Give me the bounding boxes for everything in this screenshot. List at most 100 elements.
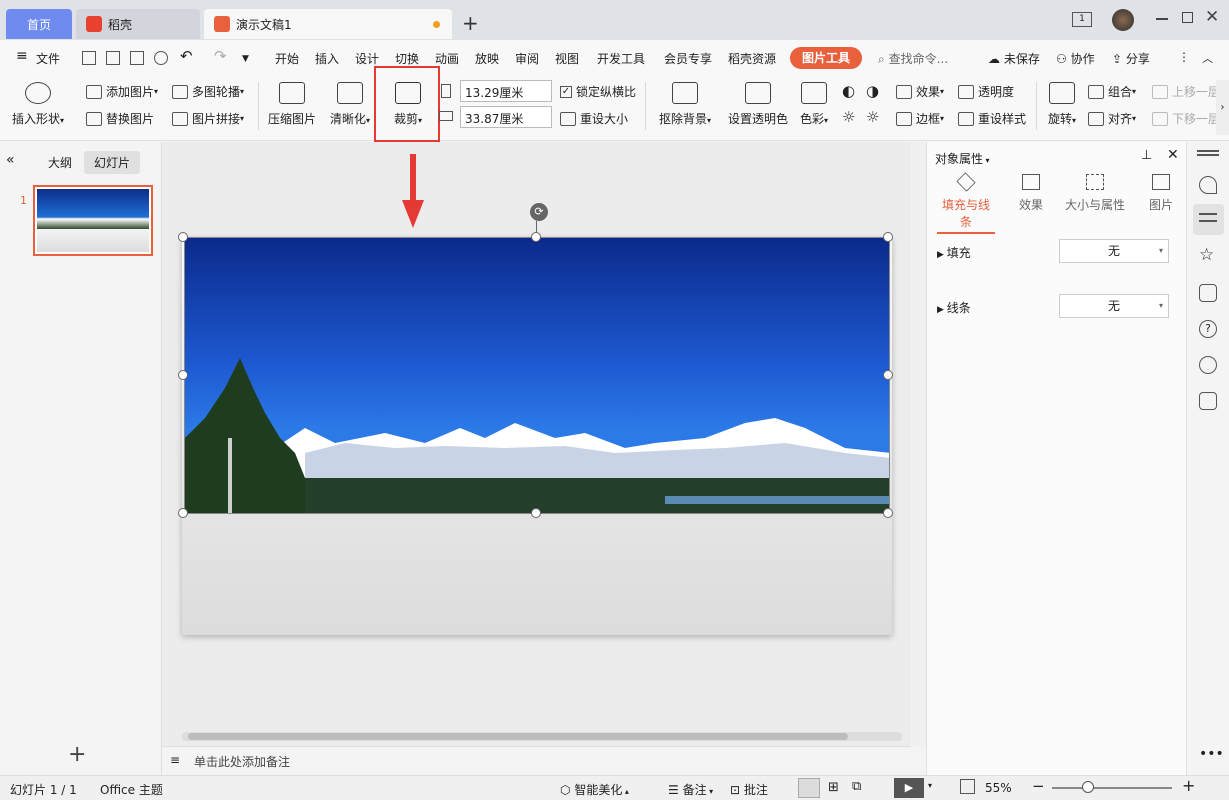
tab-slides[interactable]: 幻灯片 bbox=[84, 151, 141, 174]
notes-button[interactable]: ☰ 备注 ▾ bbox=[668, 781, 713, 798]
compress-picture-button[interactable]: 压缩图片 bbox=[262, 80, 322, 127]
star-icon[interactable]: ☆ bbox=[1199, 245, 1214, 265]
unsaved-status[interactable]: ☁ 未保存 bbox=[988, 50, 1040, 67]
reset-style-button[interactable]: 重设样式 bbox=[958, 110, 1026, 127]
minimize-icon[interactable] bbox=[1156, 18, 1168, 20]
replace-picture-button[interactable]: 替换图片 bbox=[86, 110, 154, 127]
normal-view-icon[interactable] bbox=[798, 778, 820, 798]
resize-handle-top[interactable] bbox=[531, 232, 541, 242]
multi-carousel-button[interactable]: 多图轮播 ▾ bbox=[172, 83, 244, 100]
rotate-handle-icon[interactable]: ⟳ bbox=[530, 203, 548, 221]
print-preview-icon[interactable] bbox=[154, 51, 168, 65]
lightning-icon[interactable] bbox=[1199, 356, 1217, 374]
play-slideshow-icon[interactable]: ▶ bbox=[894, 778, 924, 798]
menu-start[interactable]: 开始 bbox=[275, 50, 299, 67]
menu-member[interactable]: 会员专享 bbox=[664, 50, 712, 67]
help-icon[interactable]: ? bbox=[1199, 320, 1217, 338]
reading-view-icon[interactable]: ⧉ bbox=[852, 779, 861, 794]
theme-name[interactable]: Office 主题 bbox=[100, 781, 163, 798]
effects-button[interactable]: 效果 ▾ bbox=[896, 83, 944, 100]
collab-button[interactable]: ⚇ 协作 bbox=[1056, 50, 1095, 67]
slide-thumbnail[interactable] bbox=[33, 185, 153, 256]
menu-transition[interactable]: 切换 bbox=[395, 50, 419, 67]
menu-design[interactable]: 设计 bbox=[355, 50, 379, 67]
bring-forward-button[interactable]: 上移一层 bbox=[1152, 83, 1220, 100]
resize-handle-top-left[interactable] bbox=[178, 232, 188, 242]
tab-daoke[interactable]: 稻壳 bbox=[76, 9, 200, 39]
reset-size-button[interactable]: 重设大小 bbox=[560, 110, 628, 127]
menu-hamburger-icon[interactable]: ≡ bbox=[16, 48, 28, 64]
tab-effects[interactable]: 效果 bbox=[1011, 174, 1051, 213]
tab-picture[interactable]: 图片 bbox=[1141, 174, 1181, 213]
zoom-in-icon[interactable]: + bbox=[1182, 776, 1195, 795]
menu-daoke-resources[interactable]: 稻壳资源 bbox=[728, 50, 776, 67]
menu-slideshow[interactable]: 放映 bbox=[475, 50, 499, 67]
menu-view[interactable]: 视图 bbox=[555, 50, 579, 67]
redo-icon[interactable]: ↷ bbox=[214, 47, 227, 65]
export-pdf-icon[interactable] bbox=[106, 51, 120, 65]
zoom-out-icon[interactable]: − bbox=[1032, 777, 1045, 795]
properties-rail-button[interactable] bbox=[1193, 204, 1224, 235]
rail-menu-icon[interactable] bbox=[1197, 150, 1219, 152]
group-button[interactable]: 组合 ▾ bbox=[1088, 83, 1136, 100]
height-input[interactable]: 13.29厘米 bbox=[460, 80, 552, 102]
color-button[interactable]: 色彩▾ bbox=[792, 80, 836, 127]
tab-size-properties[interactable]: 大小与属性 bbox=[1063, 174, 1127, 213]
resize-handle-right[interactable] bbox=[883, 370, 893, 380]
maximize-icon[interactable] bbox=[1182, 12, 1193, 23]
search-command[interactable]: ⌕ 查找命令... bbox=[878, 50, 948, 67]
resize-handle-bottom-left[interactable] bbox=[178, 508, 188, 518]
horizontal-scrollbar[interactable] bbox=[182, 732, 902, 741]
menu-file[interactable]: 文件 bbox=[36, 50, 60, 67]
collapse-ribbon-icon[interactable]: ︿ bbox=[1202, 50, 1213, 66]
send-backward-button[interactable]: 下移一层 bbox=[1152, 110, 1220, 127]
align-button[interactable]: 对齐 ▾ bbox=[1088, 110, 1136, 127]
tab-outline[interactable]: 大纲 bbox=[48, 154, 72, 171]
customize-dropdown-icon[interactable]: ▼ bbox=[242, 54, 249, 64]
more-options-icon[interactable]: ••• bbox=[1199, 746, 1224, 762]
rocket-icon[interactable] bbox=[1199, 176, 1217, 194]
contrast-down-icon[interactable]: ◑ bbox=[866, 82, 879, 100]
ribbon-scroll-right-icon[interactable]: › bbox=[1216, 80, 1229, 135]
play-dropdown-icon[interactable]: ▾ bbox=[928, 781, 932, 790]
transparency-button[interactable]: 透明度 bbox=[958, 83, 1014, 100]
width-input[interactable]: 33.87厘米 bbox=[460, 106, 552, 128]
border-button[interactable]: 边框 ▾ bbox=[896, 110, 944, 127]
zoom-level[interactable]: 55% bbox=[985, 781, 1012, 795]
notes-bar[interactable]: ≡ 单击此处添加备注 bbox=[162, 746, 911, 775]
fill-dropdown[interactable]: 无 ▾ bbox=[1059, 239, 1169, 263]
more-menu-icon[interactable]: ⋮ bbox=[1178, 50, 1190, 64]
undo-icon[interactable]: ↶ bbox=[180, 47, 193, 65]
resize-handle-top-right[interactable] bbox=[883, 232, 893, 242]
menu-insert[interactable]: 插入 bbox=[315, 50, 339, 67]
new-tab-button[interactable]: + bbox=[462, 11, 479, 35]
chat-icon[interactable] bbox=[1199, 284, 1217, 302]
set-transparent-button[interactable]: 设置透明色 bbox=[722, 80, 794, 127]
collapse-panel-icon[interactable]: « bbox=[6, 152, 15, 168]
line-dropdown[interactable]: 无 ▾ bbox=[1059, 294, 1169, 318]
fill-section[interactable]: ▶ 填充 bbox=[937, 244, 971, 261]
menu-review[interactable]: 审阅 bbox=[515, 50, 539, 67]
save-icon[interactable] bbox=[82, 51, 96, 65]
picture-collage-button[interactable]: 图片拼接 ▾ bbox=[172, 110, 244, 127]
resize-handle-left[interactable] bbox=[178, 370, 188, 380]
smart-beautify-button[interactable]: ⬡ 智能美化 ▴ bbox=[560, 781, 629, 798]
grid-view-icon[interactable]: ⊞ bbox=[828, 780, 839, 795]
avatar[interactable] bbox=[1112, 9, 1134, 31]
tab-fill-line[interactable]: 填充与线条 bbox=[937, 172, 995, 234]
tab-document[interactable]: 演示文稿1 bbox=[204, 9, 452, 39]
close-panel-icon[interactable]: ✕ bbox=[1167, 147, 1179, 163]
mountain-picture[interactable] bbox=[184, 237, 890, 514]
vertical-scrollbar[interactable] bbox=[912, 142, 926, 746]
add-slide-button[interactable]: + bbox=[68, 742, 86, 767]
share-button[interactable]: ⇪ 分享 bbox=[1112, 50, 1150, 67]
zoom-slider-thumb[interactable] bbox=[1082, 781, 1094, 793]
zoom-slider[interactable] bbox=[1052, 787, 1172, 789]
print-icon[interactable] bbox=[130, 51, 144, 65]
menu-picture-tools[interactable]: 图片工具 bbox=[790, 47, 862, 69]
comments-button[interactable]: ⊡ 批注 bbox=[730, 781, 768, 798]
rotate-button[interactable]: 旋转▾ bbox=[1040, 80, 1084, 127]
brightness-up-icon[interactable]: ☼ bbox=[842, 108, 855, 126]
close-window-icon[interactable]: ✕ bbox=[1205, 7, 1219, 27]
pin-icon[interactable]: ⊥ bbox=[1141, 148, 1152, 163]
